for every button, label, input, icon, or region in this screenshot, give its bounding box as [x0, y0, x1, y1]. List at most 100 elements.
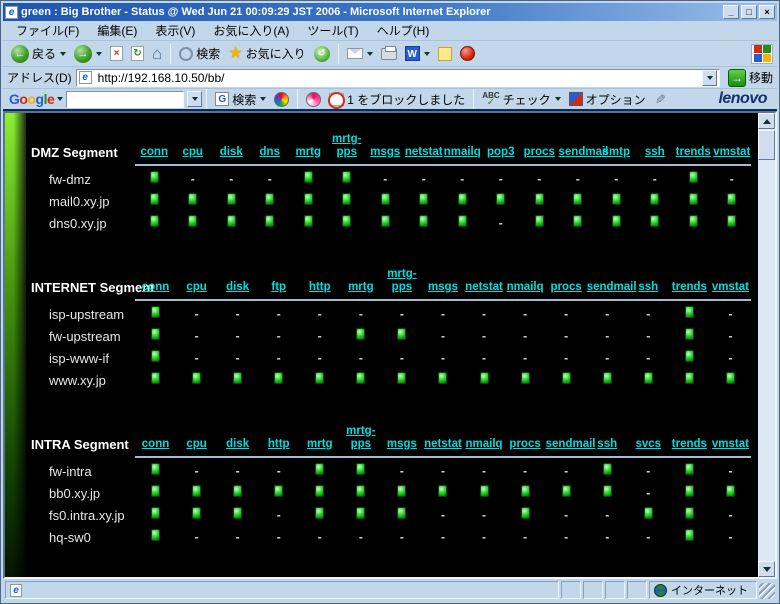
column-link-sendmail[interactable]: sendmail [559, 146, 609, 159]
favorites-button[interactable]: ★ お気に入り [224, 44, 309, 63]
column-link-http[interactable]: http [268, 438, 290, 451]
column-link-mrtg[interactable]: mrtg [307, 438, 333, 451]
status-ok-dot[interactable] [479, 372, 489, 384]
column-link-sendmail[interactable]: sendmail [587, 281, 637, 294]
status-ok-dot[interactable] [151, 529, 161, 541]
refresh-button[interactable]: ↻ [127, 45, 148, 62]
status-ok-dot[interactable] [149, 215, 159, 227]
status-ok-dot[interactable] [265, 193, 275, 205]
status-ok-dot[interactable] [188, 193, 198, 205]
go-button[interactable]: → 移動 [727, 68, 773, 87]
column-link-msgs[interactable]: msgs [387, 438, 417, 451]
column-link-disk[interactable]: disk [226, 438, 249, 451]
address-dropdown-button[interactable] [701, 69, 717, 86]
status-ok-dot[interactable] [342, 193, 352, 205]
status-ok-dot[interactable] [274, 485, 284, 497]
status-ok-dot[interactable] [192, 372, 202, 384]
column-link-cpu[interactable]: cpu [186, 281, 206, 294]
column-link-ftp[interactable]: ftp [271, 281, 286, 294]
status-ok-dot[interactable] [151, 306, 161, 318]
menu-tools[interactable]: ツール(T) [298, 20, 367, 41]
status-ok-dot[interactable] [151, 485, 161, 497]
status-ok-dot[interactable] [573, 215, 583, 227]
google-search-input[interactable] [66, 90, 185, 108]
status-ok-dot[interactable] [684, 507, 694, 519]
status-ok-dot[interactable] [643, 372, 653, 384]
status-ok-dot[interactable] [397, 372, 407, 384]
column-link-disk[interactable]: disk [220, 146, 243, 159]
scroll-down-button[interactable] [758, 561, 775, 577]
column-link-netstat[interactable]: netstat [405, 146, 443, 159]
status-ok-dot[interactable] [520, 485, 530, 497]
highlight-button[interactable]: ✎ [650, 90, 669, 108]
column-link-cpu[interactable]: cpu [186, 438, 206, 451]
menu-favorites[interactable]: お気に入り(A) [204, 20, 298, 41]
status-ok-dot[interactable] [684, 372, 694, 384]
status-ok-dot[interactable] [188, 215, 198, 227]
google-search-button[interactable]: G 検索 [211, 90, 270, 109]
column-link-mrtgpps[interactable]: mrtg-pps [387, 268, 416, 294]
status-ok-dot[interactable] [438, 372, 448, 384]
status-ok-dot[interactable] [233, 507, 243, 519]
spellcheck-button[interactable]: ABC ✓ チェック [478, 90, 564, 109]
column-link-dns[interactable]: dns [260, 146, 280, 159]
column-link-msgs[interactable]: msgs [370, 146, 400, 159]
column-link-trends[interactable]: trends [672, 438, 707, 451]
column-link-smtp[interactable]: smtp [603, 146, 630, 159]
status-ok-dot[interactable] [397, 507, 407, 519]
column-link-ssh[interactable]: ssh [638, 281, 658, 294]
status-ok-dot[interactable] [356, 328, 366, 340]
column-link-ssh[interactable]: ssh [597, 438, 617, 451]
column-link-netstat[interactable]: netstat [465, 281, 503, 294]
column-link-msgs[interactable]: msgs [428, 281, 458, 294]
stop-button[interactable]: × [106, 45, 127, 62]
status-ok-dot[interactable] [149, 171, 159, 183]
status-ok-dot[interactable] [534, 193, 544, 205]
status-ok-dot[interactable] [650, 215, 660, 227]
status-ok-dot[interactable] [534, 215, 544, 227]
status-ok-dot[interactable] [315, 507, 325, 519]
status-ok-dot[interactable] [573, 193, 583, 205]
status-ok-dot[interactable] [419, 215, 429, 227]
status-ok-dot[interactable] [684, 306, 694, 318]
status-ok-dot[interactable] [397, 328, 407, 340]
status-ok-dot[interactable] [602, 463, 612, 475]
status-ok-dot[interactable] [684, 350, 694, 362]
status-ok-dot[interactable] [303, 171, 313, 183]
status-ok-dot[interactable] [611, 215, 621, 227]
column-link-cpu[interactable]: cpu [183, 146, 203, 159]
scrollbar-track[interactable] [758, 160, 775, 561]
address-input[interactable] [94, 70, 702, 85]
status-ok-dot[interactable] [479, 485, 489, 497]
status-ok-dot[interactable] [684, 529, 694, 541]
google-input-dropdown[interactable] [187, 91, 203, 107]
menu-view[interactable]: 表示(V) [146, 20, 204, 41]
menu-file[interactable]: ファイル(F) [7, 20, 88, 41]
google-search-dropdown-icon[interactable] [260, 97, 267, 101]
options-button[interactable]: オプション [565, 90, 650, 109]
status-ok-dot[interactable] [274, 372, 284, 384]
status-ok-dot[interactable] [688, 215, 698, 227]
column-link-conn[interactable]: conn [142, 281, 169, 294]
back-dropdown-icon[interactable] [60, 51, 67, 56]
status-ok-dot[interactable] [233, 485, 243, 497]
history-button[interactable]: ↺ [310, 45, 334, 63]
column-link-conn[interactable]: conn [142, 438, 169, 451]
column-link-procs[interactable]: procs [550, 281, 581, 294]
status-ok-dot[interactable] [602, 372, 612, 384]
status-ok-dot[interactable] [457, 193, 467, 205]
status-ok-dot[interactable] [151, 463, 161, 475]
scroll-up-button[interactable] [758, 113, 775, 129]
home-button[interactable]: ⌂ [148, 45, 166, 63]
status-ok-dot[interactable] [688, 171, 698, 183]
status-ok-dot[interactable] [725, 485, 735, 497]
status-ok-dot[interactable] [151, 328, 161, 340]
status-ok-dot[interactable] [650, 193, 660, 205]
status-ok-dot[interactable] [315, 463, 325, 475]
status-ok-dot[interactable] [684, 463, 694, 475]
google-logo[interactable]: Google [7, 91, 56, 107]
status-ok-dot[interactable] [151, 507, 161, 519]
status-ok-dot[interactable] [611, 193, 621, 205]
mail-dropdown-icon[interactable] [366, 51, 373, 56]
status-ok-dot[interactable] [688, 193, 698, 205]
